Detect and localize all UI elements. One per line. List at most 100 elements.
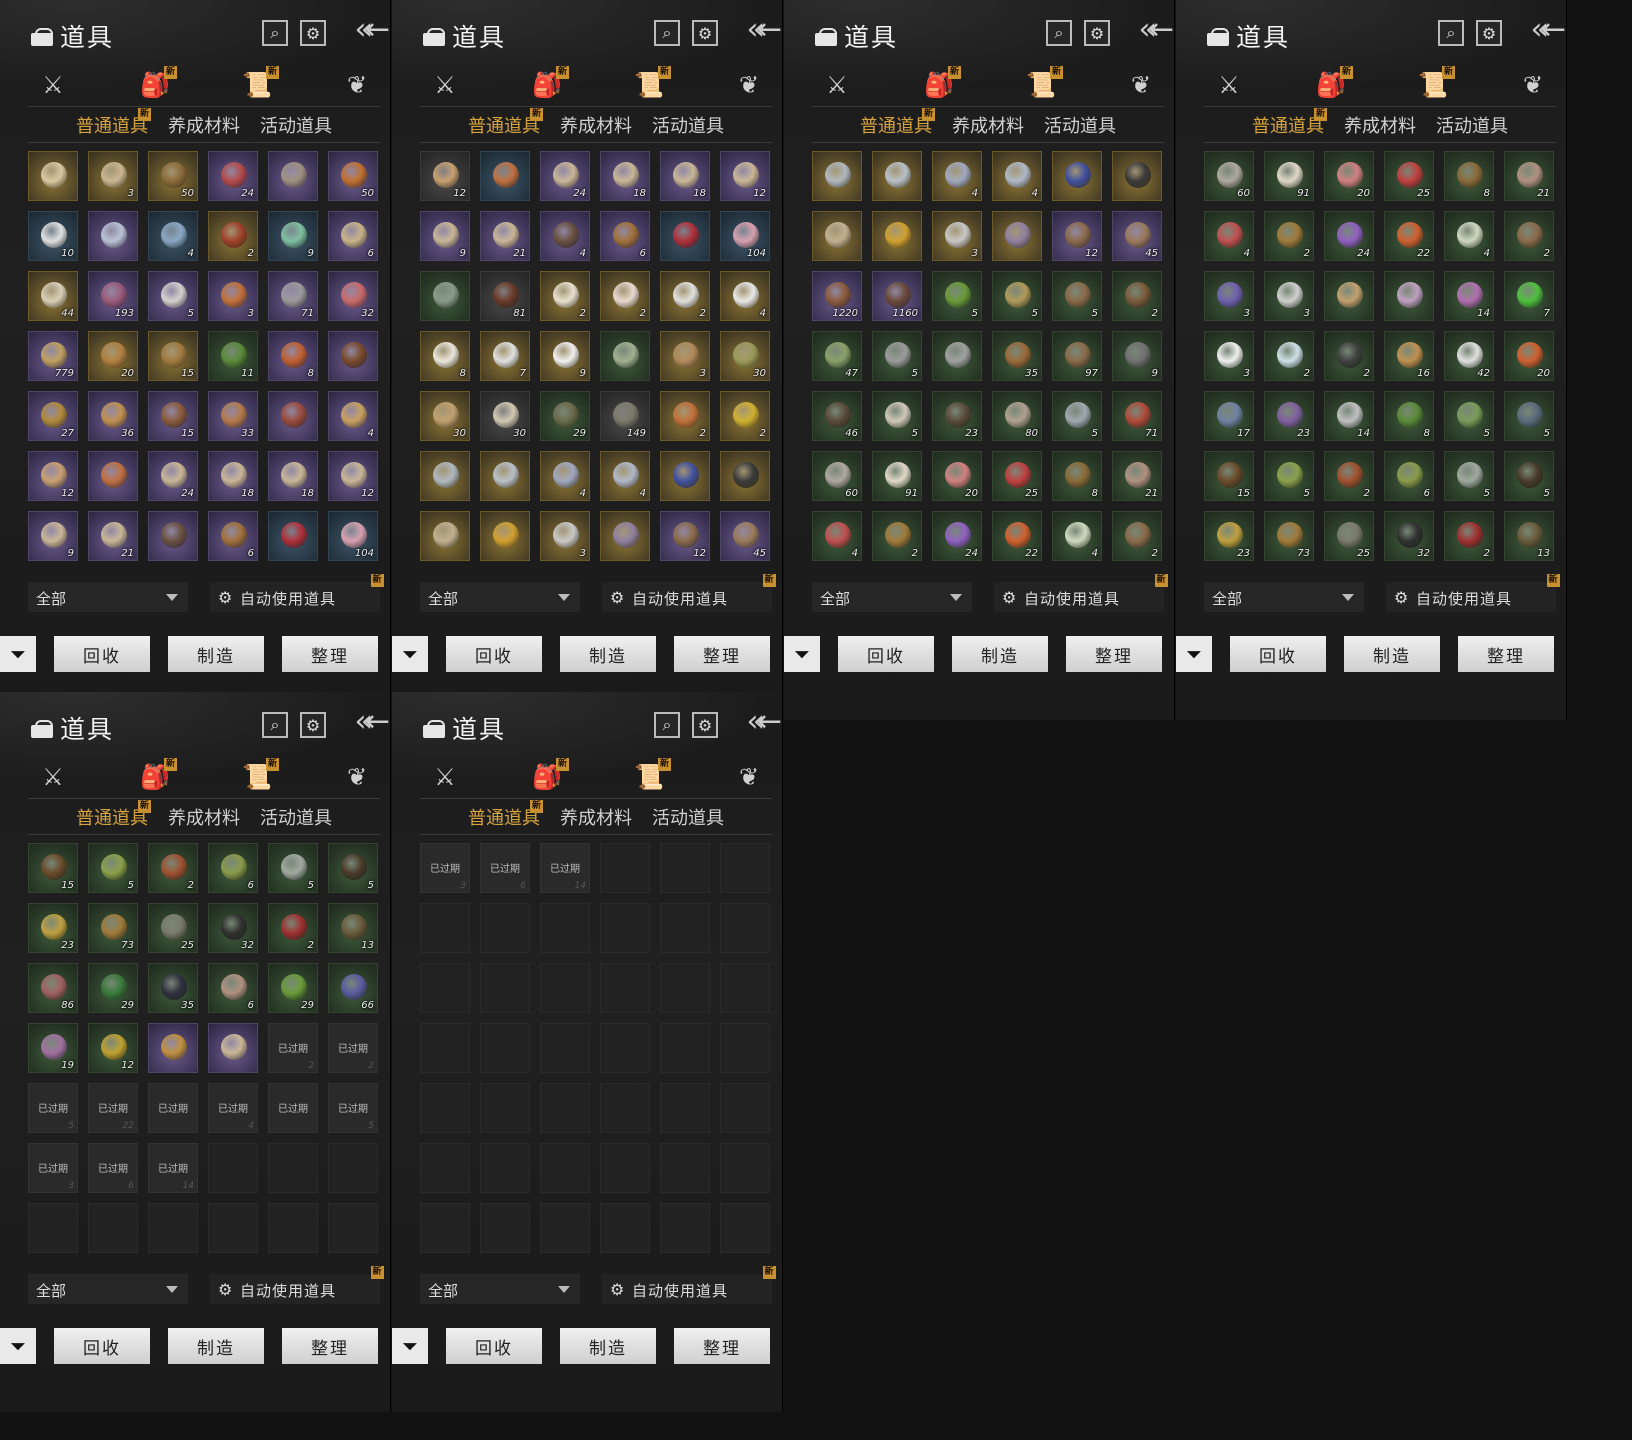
item-slot[interactable]: 46 [812, 391, 862, 441]
item-slot[interactable]: 7 [1504, 271, 1554, 321]
item-slot[interactable] [1112, 151, 1162, 201]
item-slot[interactable]: 25 [1384, 151, 1434, 201]
item-slot[interactable] [600, 331, 650, 381]
item-slot[interactable] [992, 211, 1042, 261]
item-slot[interactable] [208, 1023, 258, 1073]
item-slot[interactable]: 9 [1112, 331, 1162, 381]
item-slot[interactable]: 3 [1264, 271, 1314, 321]
item-slot[interactable]: 24 [148, 451, 198, 501]
item-slot[interactable]: 24 [208, 151, 258, 201]
misc-category-icon[interactable]: ❦ [732, 68, 766, 102]
item-slot[interactable]: 6 [328, 211, 378, 261]
item-slot[interactable]: 5 [1052, 271, 1102, 321]
item-slot[interactable]: 30 [720, 331, 770, 381]
item-slot[interactable]: 6 [208, 511, 258, 561]
item-slot[interactable]: 18 [208, 451, 258, 501]
item-slot[interactable]: 已过期 14 [148, 1143, 198, 1193]
item-slot[interactable]: 4 [1444, 211, 1494, 261]
item-slot[interactable]: 5 [872, 391, 922, 441]
item-slot[interactable]: 73 [88, 903, 138, 953]
tab-2[interactable]: 活动道具 [1044, 112, 1116, 138]
item-slot[interactable]: 3 [1204, 271, 1254, 321]
item-slot[interactable]: 25 [992, 451, 1042, 501]
item-slot[interactable]: 3 [660, 331, 710, 381]
recycle-button[interactable]: 回收 [446, 1328, 542, 1364]
item-slot[interactable]: 8 [420, 331, 470, 381]
item-slot[interactable]: 2 [1324, 331, 1374, 381]
item-slot[interactable]: 97 [1052, 331, 1102, 381]
filter-button[interactable]: ⏷ [392, 636, 428, 672]
item-slot[interactable]: 1160 [872, 271, 922, 321]
item-slot[interactable] [268, 151, 318, 201]
item-slot[interactable]: 5 [932, 271, 982, 321]
filter-dropdown[interactable]: 全部 [28, 582, 188, 612]
item-slot[interactable]: 66 [328, 963, 378, 1013]
item-slot[interactable]: 已过期 3 [28, 1143, 78, 1193]
item-slot[interactable]: 5 [88, 843, 138, 893]
item-slot[interactable]: 71 [268, 271, 318, 321]
misc-category-icon[interactable]: ❦ [340, 68, 374, 102]
tab-2[interactable]: 活动道具 [260, 804, 332, 830]
back-icon[interactable]: «← [355, 12, 390, 47]
weapon-category-icon[interactable]: ⚔ [36, 68, 70, 102]
tab-1[interactable]: 养成材料 [168, 112, 240, 138]
item-slot[interactable] [420, 271, 470, 321]
item-slot[interactable]: 29 [268, 963, 318, 1013]
filter-dropdown[interactable]: 全部 [1204, 582, 1364, 612]
item-slot[interactable]: 5 [872, 331, 922, 381]
item-slot[interactable]: 2 [148, 843, 198, 893]
item-slot[interactable]: 22 [1384, 211, 1434, 261]
item-slot[interactable]: 29 [88, 963, 138, 1013]
item-slot[interactable]: 12 [660, 511, 710, 561]
weapon-category-icon[interactable]: ⚔ [36, 760, 70, 794]
item-slot[interactable] [1052, 151, 1102, 201]
item-slot[interactable]: 9 [268, 211, 318, 261]
item-slot[interactable] [480, 511, 530, 561]
item-slot[interactable] [420, 511, 470, 561]
misc-category-icon[interactable]: ❦ [340, 760, 374, 794]
item-slot[interactable]: 5 [1264, 451, 1314, 501]
item-slot[interactable]: 5 [1444, 391, 1494, 441]
item-slot[interactable]: 8 [1384, 391, 1434, 441]
item-slot[interactable]: 24 [540, 151, 590, 201]
item-slot[interactable]: 1220 [812, 271, 862, 321]
tab-1[interactable]: 养成材料 [1344, 112, 1416, 138]
item-slot[interactable]: 21 [88, 511, 138, 561]
craft-button[interactable]: 制造 [168, 636, 264, 672]
item-slot[interactable]: 14 [1324, 391, 1374, 441]
filter-dropdown[interactable]: 全部 [812, 582, 972, 612]
item-slot[interactable]: 2 [660, 391, 710, 441]
item-slot[interactable]: 8 [268, 331, 318, 381]
item-slot[interactable]: 23 [1204, 511, 1254, 561]
item-slot[interactable]: 20 [932, 451, 982, 501]
item-slot[interactable]: 80 [992, 391, 1042, 441]
item-slot[interactable]: 5 [1444, 451, 1494, 501]
item-slot[interactable]: 12 [1052, 211, 1102, 261]
item-slot[interactable]: 30 [480, 391, 530, 441]
item-slot[interactable]: 6 [1384, 451, 1434, 501]
sort-button[interactable]: 整理 [1066, 636, 1162, 672]
item-slot[interactable]: 6 [208, 963, 258, 1013]
settings-button[interactable]: ⚙ [300, 712, 326, 738]
item-slot[interactable]: 5 [148, 271, 198, 321]
item-slot[interactable] [28, 151, 78, 201]
item-slot[interactable]: 50 [328, 151, 378, 201]
filter-dropdown[interactable]: 全部 [28, 1274, 188, 1304]
item-slot[interactable]: 60 [1204, 151, 1254, 201]
item-slot[interactable]: 20 [1504, 331, 1554, 381]
filter-button[interactable]: ⏷ [392, 1328, 428, 1364]
auto-use-toggle[interactable]: ⚙ 自动使用道具 新 [602, 1266, 776, 1304]
item-slot[interactable]: 5 [1504, 391, 1554, 441]
item-slot[interactable]: 2 [872, 511, 922, 561]
item-slot[interactable]: 11 [208, 331, 258, 381]
settings-button[interactable]: ⚙ [692, 712, 718, 738]
item-slot[interactable]: 36 [88, 391, 138, 441]
item-slot[interactable] [872, 211, 922, 261]
craft-button[interactable]: 制造 [168, 1328, 264, 1364]
item-slot[interactable]: 5 [992, 271, 1042, 321]
sort-button[interactable]: 整理 [282, 1328, 378, 1364]
tab-1[interactable]: 养成材料 [560, 112, 632, 138]
sort-button[interactable]: 整理 [1458, 636, 1554, 672]
item-slot[interactable]: 47 [812, 331, 862, 381]
item-slot[interactable]: 33 [208, 391, 258, 441]
